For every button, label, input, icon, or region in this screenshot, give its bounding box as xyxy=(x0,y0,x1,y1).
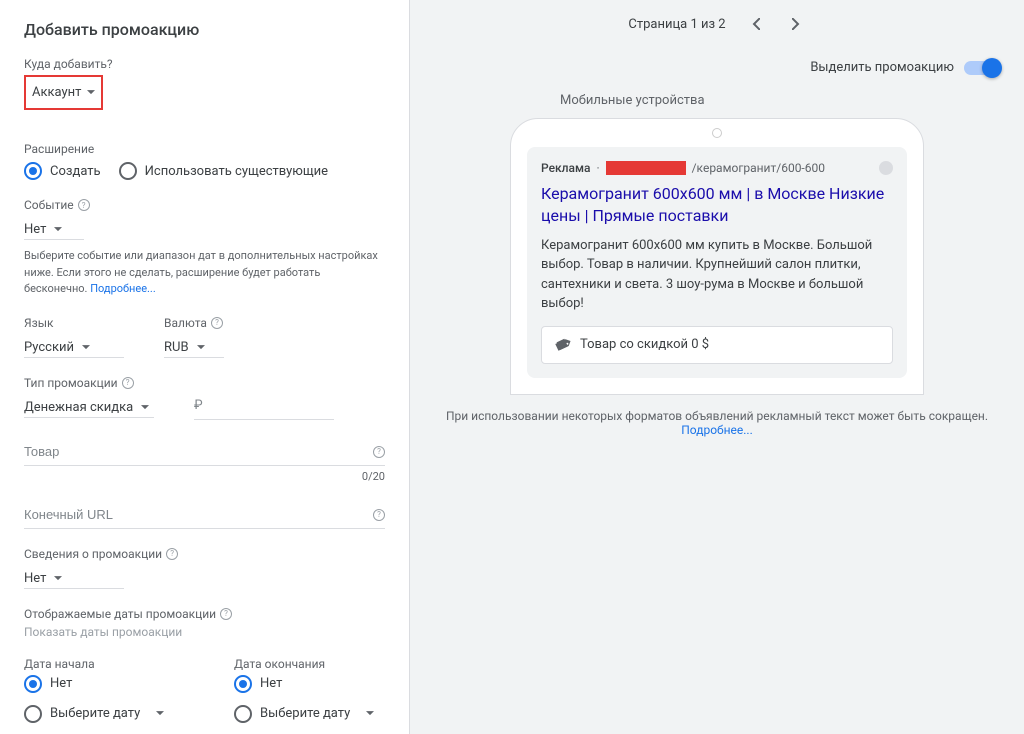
chevron-down-icon xyxy=(141,405,149,410)
chevron-left-icon xyxy=(752,18,760,30)
promo-type-label: Тип промоакции ? xyxy=(24,376,154,390)
help-icon[interactable]: ? xyxy=(78,199,90,211)
promo-details-value: Нет xyxy=(24,571,46,586)
radio-pick-label: Выберите дату xyxy=(50,706,140,721)
amount-input[interactable]: ₽ xyxy=(194,392,334,420)
start-date-pick[interactable]: Выберите дату xyxy=(24,705,174,723)
ad-description: Керамогранит 600x600 мм купить в Москве.… xyxy=(541,236,893,314)
info-icon[interactable] xyxy=(879,161,893,175)
currency-value: RUB xyxy=(164,340,189,355)
learn-more-link[interactable]: Подробнее... xyxy=(90,282,156,295)
final-url-input[interactable] xyxy=(24,501,385,529)
display-dates-label: Отображаемые даты промоакции ? xyxy=(24,607,385,621)
ad-promo-extension: Товар со скидкой 0 $ xyxy=(541,326,893,364)
ad-preview-card: Реклама · /керамогранит/600-600 Керамогр… xyxy=(527,147,907,378)
highlight-toggle[interactable] xyxy=(964,61,1000,75)
language-value: Русский xyxy=(24,340,74,355)
radio-icon xyxy=(234,705,252,723)
radio-pick-label: Выберите дату xyxy=(260,706,350,721)
where-label: Куда добавить? xyxy=(24,57,385,71)
radio-icon xyxy=(24,162,42,180)
event-label: Событие ? xyxy=(24,198,385,212)
ad-url-suffix: /керамогранит/600-600 xyxy=(692,161,825,175)
promo-details-label: Сведения о промоакции ? xyxy=(24,547,385,561)
radio-icon xyxy=(24,705,42,723)
currency-label: Валюта ? xyxy=(164,316,224,330)
radio-none-label: Нет xyxy=(260,676,282,691)
help-icon[interactable]: ? xyxy=(220,608,232,620)
radio-create-label: Создать xyxy=(50,164,101,179)
extension-label: Расширение xyxy=(24,142,385,156)
start-date-label: Дата начала xyxy=(24,657,174,671)
mobile-preview-frame: Реклама · /керамогранит/600-600 Керамогр… xyxy=(510,118,924,395)
ad-separator: · xyxy=(596,161,599,175)
device-label: Мобильные устройства xyxy=(410,93,1024,108)
promo-type-dropdown[interactable]: Денежная скидка xyxy=(24,394,154,418)
chevron-right-icon xyxy=(792,18,800,30)
radio-icon xyxy=(234,675,252,693)
page-indicator: Страница 1 из 2 xyxy=(628,17,725,32)
chevron-down-icon xyxy=(82,345,90,350)
help-icon[interactable]: ? xyxy=(211,317,223,329)
highlight-toggle-label: Выделить промоакцию xyxy=(810,60,954,75)
end-date-pick[interactable]: Выберите дату xyxy=(234,705,384,723)
help-icon[interactable]: ? xyxy=(122,377,134,389)
language-dropdown[interactable]: Русский xyxy=(24,334,124,358)
ad-label: Реклама xyxy=(541,161,590,175)
prev-page-button[interactable] xyxy=(746,14,766,34)
account-value: Аккаунт xyxy=(32,85,81,100)
chevron-down-icon xyxy=(366,711,374,716)
chevron-down-icon xyxy=(197,345,205,350)
currency-dropdown[interactable]: RUB xyxy=(164,334,224,358)
speaker-icon xyxy=(712,128,722,138)
panel-title: Добавить промоакцию xyxy=(24,20,385,39)
product-input[interactable] xyxy=(24,438,385,466)
radio-icon xyxy=(24,675,42,693)
promo-details-dropdown[interactable]: Нет xyxy=(24,565,124,589)
radio-existing[interactable]: Использовать существующие xyxy=(119,162,328,180)
display-dates-hint: Показать даты промоакции xyxy=(24,625,385,639)
ad-promo-text: Товар со скидкой 0 $ xyxy=(580,337,709,352)
ad-title: Керамогранит 600x600 мм | в Москве Низки… xyxy=(541,183,893,228)
radio-existing-label: Использовать существующие xyxy=(145,164,328,179)
chevron-down-icon xyxy=(54,576,62,581)
radio-none-label: Нет xyxy=(50,676,72,691)
event-dropdown[interactable]: Нет xyxy=(24,216,84,240)
preview-learn-more-link[interactable]: Подробнее... xyxy=(681,423,752,437)
promo-type-value: Денежная скидка xyxy=(24,400,133,415)
tag-icon xyxy=(552,335,573,356)
chevron-down-icon xyxy=(156,711,164,716)
chevron-down-icon xyxy=(87,90,95,95)
radio-icon xyxy=(119,162,137,180)
account-dropdown[interactable]: Аккаунт xyxy=(32,79,95,106)
preview-footer: При использовании некоторых форматов объ… xyxy=(410,395,1024,451)
help-icon[interactable]: ? xyxy=(373,446,385,458)
product-char-count: 0/20 xyxy=(24,470,385,483)
next-page-button[interactable] xyxy=(786,14,806,34)
help-icon[interactable]: ? xyxy=(166,548,178,560)
start-date-none[interactable]: Нет xyxy=(24,675,174,693)
event-value: Нет xyxy=(24,222,46,237)
event-hint: Выберите событие или диапазон дат в допо… xyxy=(24,248,385,298)
language-label: Язык xyxy=(24,316,124,330)
radio-create[interactable]: Создать xyxy=(24,162,101,180)
ad-domain-redacted xyxy=(606,161,686,175)
help-icon[interactable]: ? xyxy=(373,509,385,521)
account-highlight: Аккаунт xyxy=(24,75,103,110)
end-date-none[interactable]: Нет xyxy=(234,675,384,693)
end-date-label: Дата окончания xyxy=(234,657,384,671)
chevron-down-icon xyxy=(54,227,62,232)
